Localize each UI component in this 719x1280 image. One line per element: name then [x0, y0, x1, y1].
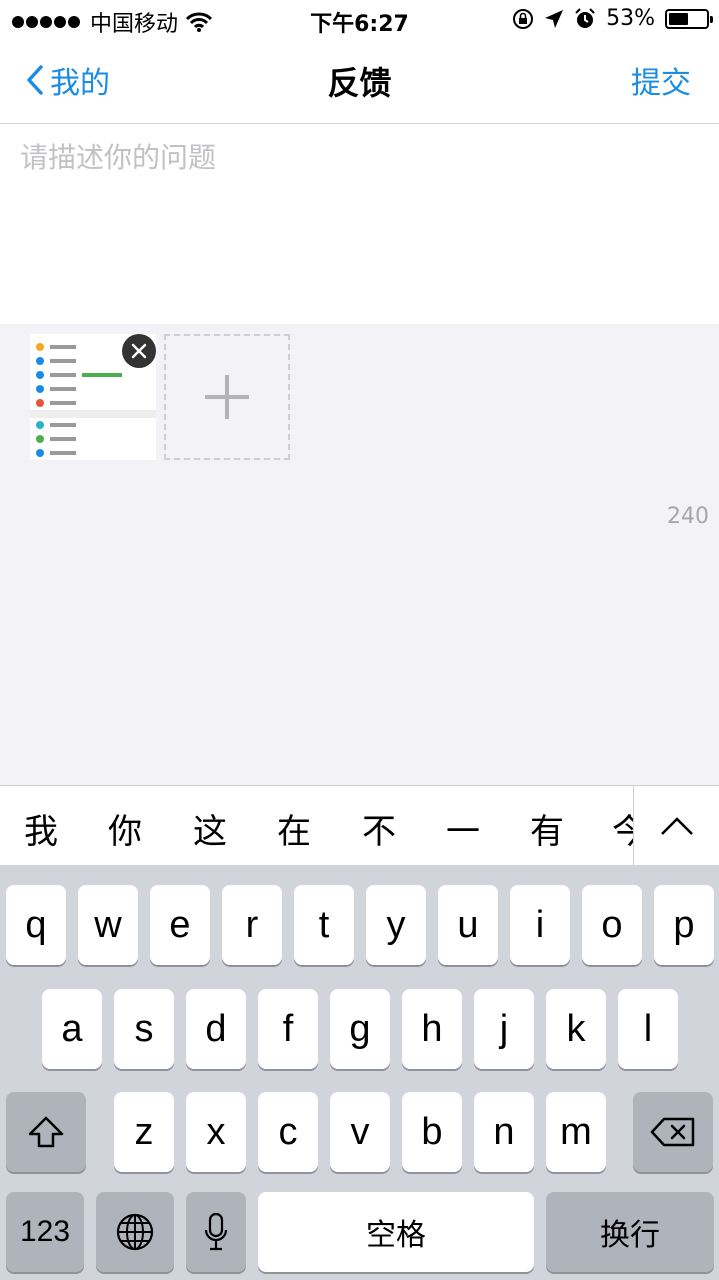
space-key[interactable]: 空格: [258, 1192, 534, 1272]
key-b[interactable]: b: [402, 1092, 462, 1172]
key-e[interactable]: e: [150, 885, 210, 965]
key-q[interactable]: q: [6, 885, 66, 965]
globe-icon: [116, 1213, 154, 1251]
key-k[interactable]: k: [546, 989, 606, 1069]
candidate-item[interactable]: 在: [277, 804, 311, 853]
shift-arrow-icon: [28, 1116, 64, 1148]
key-n[interactable]: n: [474, 1092, 534, 1172]
key-z[interactable]: z: [114, 1092, 174, 1172]
return-key[interactable]: 换行: [546, 1192, 714, 1272]
shift-key[interactable]: [6, 1092, 86, 1172]
page-title: 反馈: [327, 64, 392, 102]
feedback-text-input[interactable]: 请描述你的问题: [0, 124, 719, 324]
keyboard: q w e r t y u i o p a s d f g h j k l z …: [0, 865, 719, 1280]
backspace-key[interactable]: [633, 1092, 713, 1172]
chevron-up-icon: [660, 817, 693, 835]
key-c[interactable]: c: [258, 1092, 318, 1172]
char-counter: 240: [667, 504, 709, 529]
navigation-bar: 我的 反馈 提交: [0, 40, 719, 124]
candidate-item[interactable]: 这: [193, 804, 227, 853]
key-s[interactable]: s: [114, 989, 174, 1069]
globe-key[interactable]: [96, 1192, 174, 1272]
key-v[interactable]: v: [330, 1092, 390, 1172]
key-m[interactable]: m: [546, 1092, 606, 1172]
battery-icon: [665, 8, 713, 29]
key-t[interactable]: t: [294, 885, 354, 965]
location-arrow-icon: [545, 9, 564, 28]
key-w[interactable]: w: [78, 885, 138, 965]
backspace-icon: [650, 1117, 695, 1147]
expand-candidates-button[interactable]: [633, 786, 719, 866]
microphone-icon: [204, 1212, 228, 1251]
battery-percent: 53%: [606, 6, 655, 31]
key-g[interactable]: g: [330, 989, 390, 1069]
candidate-item[interactable]: 不: [362, 804, 396, 853]
key-r[interactable]: r: [222, 885, 282, 965]
remove-image-button[interactable]: [122, 334, 156, 368]
key-l[interactable]: l: [618, 989, 678, 1069]
key-f[interactable]: f: [258, 989, 318, 1069]
key-u[interactable]: u: [438, 885, 498, 965]
plus-icon: [205, 375, 249, 419]
key-i[interactable]: i: [510, 885, 570, 965]
key-y[interactable]: y: [366, 885, 426, 965]
orientation-lock-icon: [513, 8, 534, 29]
microphone-key[interactable]: [186, 1192, 246, 1272]
candidate-item[interactable]: 我: [24, 804, 58, 853]
alarm-clock-icon: [575, 7, 595, 28]
ime-candidate-bar: 我 你 这 在 不 一 有 今: [0, 785, 719, 866]
candidate-item[interactable]: 你: [108, 804, 142, 853]
key-x[interactable]: x: [186, 1092, 246, 1172]
close-icon: [131, 343, 147, 359]
battery-fill: [669, 12, 688, 25]
add-image-button[interactable]: [164, 334, 290, 460]
key-a[interactable]: a: [42, 989, 102, 1069]
key-p[interactable]: p: [654, 885, 714, 965]
key-h[interactable]: h: [402, 989, 462, 1069]
key-o[interactable]: o: [582, 885, 642, 965]
key-d[interactable]: d: [186, 989, 246, 1069]
submit-button[interactable]: 提交: [631, 58, 691, 102]
numbers-key[interactable]: 123: [6, 1192, 84, 1272]
feedback-placeholder: 请描述你的问题: [20, 141, 217, 174]
candidate-item[interactable]: 一: [446, 804, 480, 853]
candidate-item[interactable]: 今: [612, 804, 634, 853]
candidate-item[interactable]: 有: [530, 804, 564, 853]
status-bar: 中国移动 下午6:27 53%: [0, 0, 719, 40]
key-j[interactable]: j: [474, 989, 534, 1069]
status-right: 53%: [512, 6, 713, 31]
